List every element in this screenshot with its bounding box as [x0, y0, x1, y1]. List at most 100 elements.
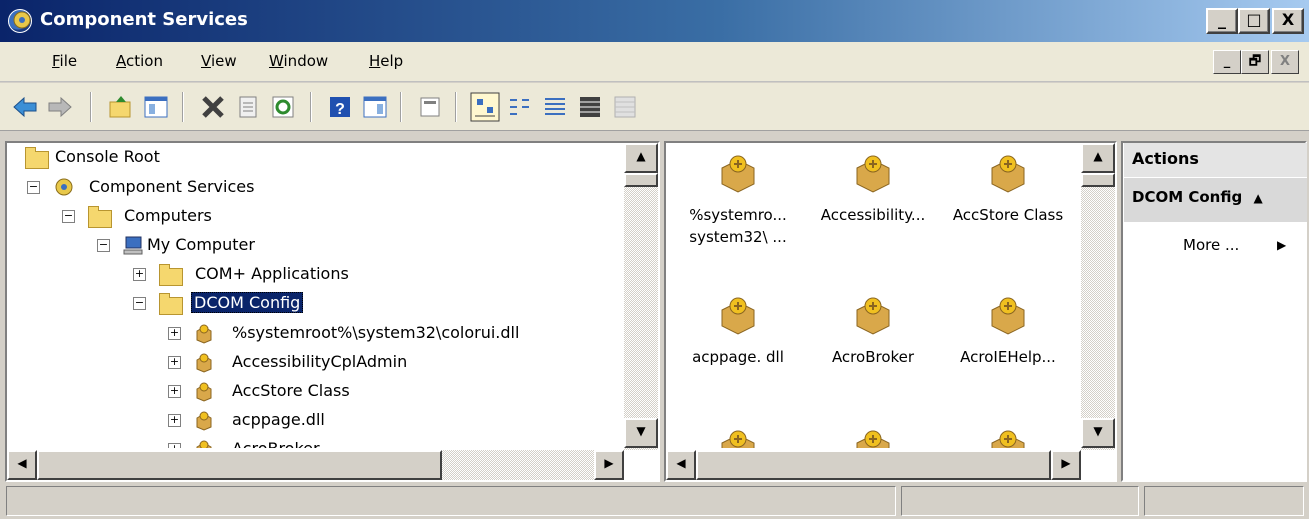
tree-item-component-services[interactable]: − Component Services: [25, 174, 254, 200]
expand-icon[interactable]: +: [168, 327, 181, 340]
list-item-label: AcroIEHelp...: [960, 348, 1056, 366]
forward-icon[interactable]: [45, 92, 75, 122]
tree-vertical-scrollbar[interactable]: [624, 143, 658, 450]
expand-icon[interactable]: +: [168, 356, 181, 369]
tree-item-com-plus-applications[interactable]: + COM+ Applications: [131, 261, 349, 287]
tree-item-acrobroker[interactable]: + AcroBroker: [166, 436, 320, 448]
large-icons-view-icon[interactable]: [470, 92, 500, 122]
component-services-icon: [55, 178, 73, 196]
scroll-thumb[interactable]: [1081, 173, 1115, 187]
tree-item-console-root[interactable]: Console Root: [25, 144, 160, 170]
properties-icon[interactable]: [233, 92, 263, 122]
tree-item-accstore-class[interactable]: + AccStore Class: [166, 378, 350, 404]
com-object-icon: [721, 297, 755, 335]
scroll-right-button[interactable]: ▶: [594, 450, 624, 480]
show-hide-action-pane-icon[interactable]: [360, 92, 390, 122]
list-item[interactable]: acppage. dll: [673, 292, 803, 368]
back-icon[interactable]: [10, 92, 40, 122]
list-item[interactable]: AcroBroker: [808, 292, 938, 368]
help-icon[interactable]: ?: [325, 92, 355, 122]
minimize-button[interactable]: _: [1206, 8, 1238, 34]
child-restore-button[interactable]: 🗗: [1241, 50, 1269, 74]
scroll-thumb[interactable]: [696, 450, 1051, 480]
menu-window[interactable]: Window: [269, 52, 328, 70]
scroll-up-button[interactable]: ▲: [624, 143, 658, 173]
collapse-icon[interactable]: −: [62, 210, 75, 223]
child-close-button[interactable]: X: [1271, 50, 1299, 74]
status-cell-main: [6, 486, 896, 516]
results-vertical-scrollbar[interactable]: [1081, 143, 1115, 450]
delete-icon[interactable]: [198, 92, 228, 122]
tree-item-label: %systemroot%\system32\colorui.dll: [232, 323, 520, 342]
close-button[interactable]: X: [1272, 8, 1304, 34]
tree-item-label: acppage.dll: [232, 410, 325, 429]
menu-help[interactable]: Help: [369, 52, 403, 70]
child-minimize-button[interactable]: _: [1213, 50, 1241, 74]
tree-item-accessibilitycpladmin[interactable]: + AccessibilityCplAdmin: [166, 349, 407, 375]
scroll-down-button[interactable]: ▼: [624, 418, 658, 448]
action-more-label: More ...: [1183, 236, 1240, 254]
expand-icon[interactable]: +: [133, 268, 146, 281]
menu-view-mnemonic: V: [201, 52, 211, 70]
list-item-label: AccStore Class: [952, 206, 1064, 224]
tree-item-label: Computers: [124, 206, 212, 225]
actions-header: Actions: [1124, 143, 1307, 177]
window-title: Component Services: [40, 9, 248, 30]
list-item[interactable]: AccStore Class: [943, 150, 1073, 226]
list-item[interactable]: Accessibility...: [808, 150, 938, 226]
tree-item-acppage[interactable]: + acppage.dll: [166, 407, 325, 433]
collapse-arrow-icon[interactable]: ▲: [1253, 191, 1262, 205]
expand-icon[interactable]: +: [168, 443, 181, 448]
toolbar-separator: [455, 92, 457, 122]
actions-section-dcom-config[interactable]: DCOM Config ▲: [1124, 178, 1307, 222]
menu-file-mnemonic: F: [52, 52, 60, 70]
action-more[interactable]: More ...: [1183, 236, 1239, 254]
refresh-icon[interactable]: [268, 92, 298, 122]
collapse-icon[interactable]: −: [133, 297, 146, 310]
scroll-down-button[interactable]: ▼: [1081, 418, 1115, 448]
menu-view[interactable]: View: [201, 52, 237, 70]
up-one-level-icon[interactable]: [106, 92, 136, 122]
toolbar-separator: [182, 92, 184, 122]
collapse-icon[interactable]: −: [27, 181, 40, 194]
submenu-arrow-icon[interactable]: ▶: [1277, 238, 1286, 252]
scroll-thumb[interactable]: [37, 450, 442, 480]
menu-help-mnemonic: H: [369, 52, 381, 70]
expand-icon[interactable]: +: [168, 414, 181, 427]
list-item[interactable]: %systemro... system32\ ...: [673, 150, 803, 248]
menu-action[interactable]: Action: [116, 52, 163, 70]
folder-icon: [159, 264, 183, 286]
scroll-up-button[interactable]: ▲: [1081, 143, 1115, 173]
tree-item-computers[interactable]: − Computers: [60, 203, 212, 229]
expand-icon[interactable]: +: [168, 385, 181, 398]
scroll-left-button[interactable]: ◀: [7, 450, 37, 480]
list-item[interactable]: AcroIEHelp...: [943, 292, 1073, 368]
toolbar-separator: [310, 92, 312, 122]
toolbar-separator: [400, 92, 402, 122]
menu-file[interactable]: File: [52, 52, 77, 70]
menu-view-rest: iew: [210, 52, 237, 70]
com-object-icon: [991, 297, 1025, 335]
list-view-icon[interactable]: [540, 92, 570, 122]
scroll-thumb[interactable]: [624, 173, 658, 187]
menu-window-rest: indow: [283, 52, 329, 70]
detail-view-icon[interactable]: [575, 92, 605, 122]
maximize-button[interactable]: □: [1238, 8, 1270, 34]
computer-icon: [123, 236, 143, 255]
scroll-right-button[interactable]: ▶: [1051, 450, 1081, 480]
tree-item-colorui[interactable]: + %systemroot%\system32\colorui.dll: [166, 320, 519, 346]
small-icons-view-icon[interactable]: [505, 92, 535, 122]
new-window-icon[interactable]: [415, 92, 445, 122]
show-hide-console-tree-icon[interactable]: [141, 92, 171, 122]
com-object-icon: [991, 155, 1025, 193]
tree-item-dcom-config[interactable]: − DCOM Config: [131, 290, 304, 316]
list-item-line2: system32\ ...: [689, 228, 787, 246]
list-row-partial: [673, 425, 1078, 448]
list-item-label: acppage. dll: [692, 348, 784, 366]
disabled-view-icon: [614, 96, 636, 118]
scroll-left-button[interactable]: ◀: [666, 450, 696, 480]
tree-item-my-computer[interactable]: − My Computer: [95, 232, 255, 258]
collapse-icon[interactable]: −: [97, 239, 110, 252]
component-services-menu-icon[interactable]: [10, 8, 34, 32]
tree-item-acrobroker-clip: + AcroBroker: [166, 436, 624, 448]
